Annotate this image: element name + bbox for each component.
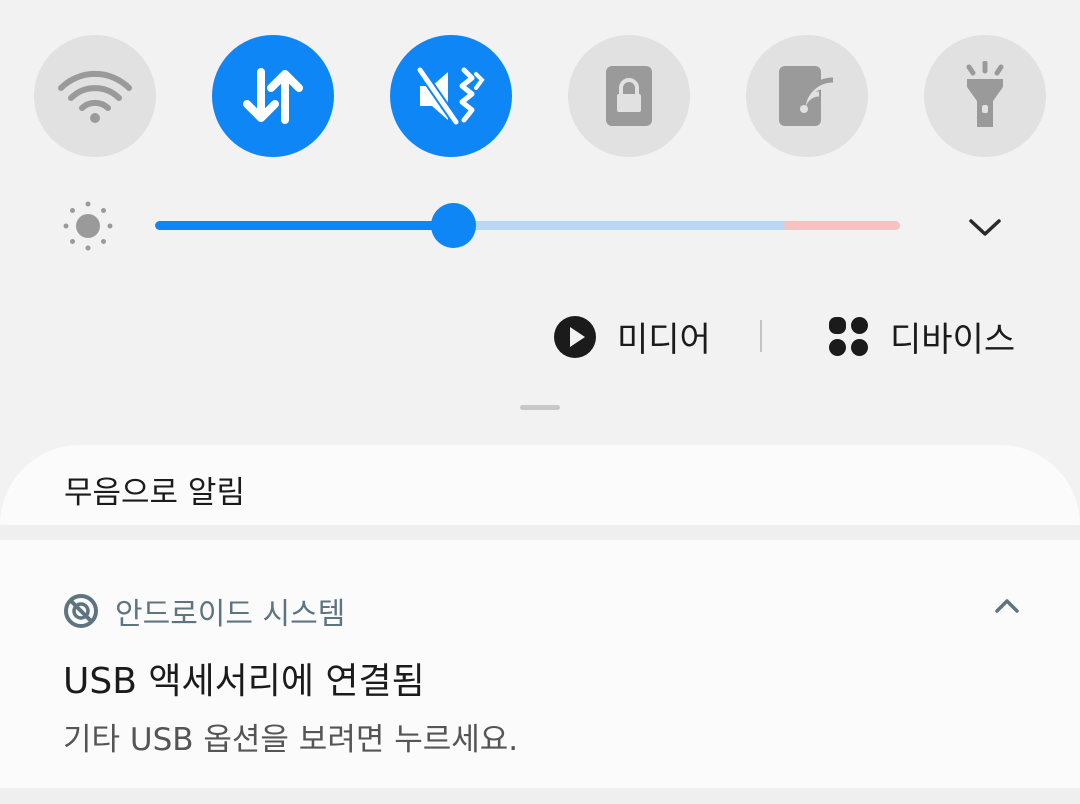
notification-app-name: 안드로이드 시스템 <box>115 597 346 632</box>
brightness-track[interactable] <box>155 221 900 230</box>
devices-grid-icon <box>829 316 868 356</box>
divider <box>760 320 762 352</box>
brightness-thumb[interactable] <box>431 203 476 248</box>
screen-lock-icon <box>606 66 652 126</box>
chevron-up-icon[interactable] <box>992 596 1022 616</box>
wifi-tile[interactable] <box>34 35 156 157</box>
silent-notifications-header: 무음으로 알림 <box>0 445 1080 525</box>
brightness-fill <box>155 221 453 230</box>
media-label: 미디어 <box>617 320 711 360</box>
bottom-separator <box>0 788 1080 804</box>
mobile-data-icon <box>243 68 303 124</box>
notification-card[interactable]: 안드로이드 시스템 USB 액세서리에 연결됨 기타 USB 옵션을 보려면 누… <box>0 540 1080 788</box>
brightness-sun-icon <box>63 201 113 251</box>
vibrate-mute-icon <box>416 65 485 127</box>
quick-settings-row <box>0 0 1080 190</box>
android-system-icon <box>64 594 98 628</box>
drag-handle[interactable] <box>520 405 560 410</box>
notification-title: USB 액세서리에 연결됨 <box>63 661 425 702</box>
flashlight-icon <box>966 61 1004 127</box>
brightness-row <box>0 190 1080 270</box>
vibrate-tile[interactable] <box>390 35 512 157</box>
flashlight-tile[interactable] <box>924 35 1046 157</box>
wifi-icon <box>58 70 132 123</box>
separator <box>0 525 1080 540</box>
chevron-down-icon[interactable] <box>966 212 1004 242</box>
silent-label: 무음으로 알림 <box>64 475 245 511</box>
play-circle-icon <box>554 315 596 358</box>
nfc-payment-icon <box>779 66 834 126</box>
nfc-tile[interactable] <box>746 35 868 157</box>
screen-lock-tile[interactable] <box>568 35 690 157</box>
mobile-data-tile[interactable] <box>212 35 334 157</box>
media-devices-row: 미디어 디바이스 <box>0 300 1080 370</box>
devices-label: 디바이스 <box>890 320 1016 360</box>
devices-button[interactable]: 디바이스 <box>828 312 1015 361</box>
media-button[interactable]: 미디어 <box>553 312 711 361</box>
notification-body: 기타 USB 옵션을 보려면 누르세요. <box>63 722 519 758</box>
notification-app-header: 안드로이드 시스템 <box>63 589 345 633</box>
